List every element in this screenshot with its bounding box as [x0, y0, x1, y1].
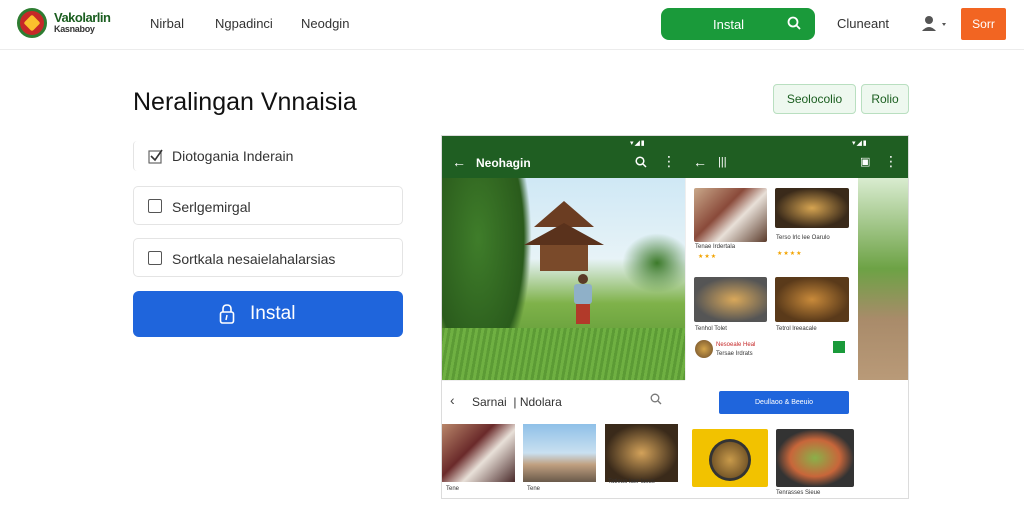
- connect-link[interactable]: Cluneant: [837, 16, 889, 31]
- checkbox-icon[interactable]: [148, 251, 162, 265]
- option-1[interactable]: Diotogania Inderain: [133, 141, 403, 171]
- user-menu-icon[interactable]: [920, 14, 950, 34]
- chevron-left-icon[interactable]: ‹: [450, 392, 455, 408]
- checkbox-checked-icon[interactable]: [148, 148, 164, 164]
- share-icon[interactable]: ▣: [860, 155, 870, 168]
- caption: Tene: [446, 486, 460, 492]
- sub-title: Sarnai | Ndolara: [472, 395, 562, 409]
- play-icon[interactable]: [833, 341, 845, 353]
- photo-thumbnail[interactable]: [775, 277, 849, 322]
- option-2[interactable]: Serlgemirgal: [133, 186, 403, 225]
- nav-link-3[interactable]: Neodgin: [301, 16, 349, 31]
- caption: Terso Irlc lee Oarulo: [776, 235, 830, 241]
- food-grid: Tenae Irdertala Terso Irlc lee Oarulo ★★…: [685, 178, 858, 380]
- photo-thumbnail[interactable]: [442, 424, 515, 482]
- top-header: Vakolarlin Kasnaboy Nirbal Ngpadinci Neo…: [0, 0, 1024, 50]
- search-icon[interactable]: [635, 156, 647, 168]
- nav-link-2[interactable]: Ngpadinci: [215, 16, 273, 31]
- photo-thumbnail[interactable]: [605, 424, 678, 482]
- option-2-label: Serlgemirgal: [172, 199, 251, 215]
- nav-link-1[interactable]: Nirbal: [150, 16, 184, 31]
- logo-icon[interactable]: [17, 8, 47, 38]
- app-bar: ▾◢▮ ▾◢▮ ← Neohagin ⋮ ← ||| ▣ ⋮: [442, 136, 908, 178]
- search-icon[interactable]: [787, 16, 801, 30]
- avatar[interactable]: [695, 340, 713, 358]
- cta-button[interactable]: Deullaoo & Beeuio: [719, 391, 849, 414]
- sub-navbar: ‹ Sarnai | Ndolara: [442, 380, 685, 420]
- signin-button[interactable]: Sorr: [961, 8, 1006, 40]
- caption: Nesoeale Heal: [716, 342, 756, 348]
- app-preview: ▾◢▮ ▾◢▮ ← Neohagin ⋮ ← ||| ▣ ⋮ Tenae Ird…: [441, 135, 909, 499]
- caption: Tenhol Tolet: [695, 326, 727, 332]
- option-3[interactable]: Sortkala nesaielahalarsias: [133, 238, 403, 277]
- photo-thumbnail[interactable]: [694, 277, 767, 322]
- lock-icon: [219, 304, 235, 324]
- caption: Tenae Irdertala: [695, 244, 736, 250]
- option-1-label: Diotogania Inderain: [172, 148, 294, 164]
- header-install-label: Instal: [713, 17, 745, 32]
- side-photo[interactable]: [858, 178, 908, 380]
- option-3-label: Sortkala nesaielahalarsias: [172, 251, 336, 267]
- brand[interactable]: Vakolarlin Kasnaboy: [54, 10, 111, 34]
- farmer-figure: [574, 274, 592, 326]
- status-icons: ▾◢▮: [630, 140, 646, 147]
- photo-thumbnail[interactable]: [523, 424, 596, 482]
- app-title: Neohagin: [476, 156, 531, 170]
- hero-image[interactable]: [442, 178, 685, 380]
- status-icons: ▾◢▮: [852, 140, 868, 147]
- header-install-button[interactable]: Instal: [661, 8, 815, 40]
- caption: Tene: [527, 486, 541, 492]
- pill-2[interactable]: Rolio: [861, 84, 909, 114]
- photo-thumbnail[interactable]: [775, 188, 849, 228]
- caption: Tatieuo laer lasus: [608, 479, 655, 485]
- back-arrow-icon[interactable]: ←: [693, 154, 707, 170]
- caption: Tetrol lreeacale: [776, 326, 817, 332]
- brand-subtitle: Kasnaboy: [54, 24, 95, 34]
- install-button[interactable]: Instal: [133, 291, 403, 337]
- page-title: Neralingan Vnnaisia: [133, 88, 357, 116]
- brand-name: Vakolarlin: [54, 10, 111, 25]
- checkbox-icon[interactable]: [148, 199, 162, 213]
- photo-thumbnail[interactable]: [694, 188, 767, 242]
- install-label: Instal: [250, 303, 296, 324]
- caption: Tenrasses Sieue: [776, 490, 821, 496]
- rating-stars: ★★★: [698, 254, 718, 260]
- photo-thumbnail[interactable]: [692, 429, 768, 487]
- more-icon[interactable]: ⋮: [884, 153, 898, 170]
- more-icon[interactable]: ⋮: [662, 153, 676, 170]
- pill-1[interactable]: Seolocolio: [773, 84, 856, 114]
- search-icon[interactable]: [650, 393, 662, 405]
- tab-icon[interactable]: |||: [718, 156, 727, 168]
- rating-stars: ★★★★: [777, 251, 803, 257]
- photo-thumbnail[interactable]: [776, 429, 854, 487]
- caption: Tersae Irdrats: [716, 351, 753, 357]
- back-arrow-icon[interactable]: ←: [452, 154, 466, 170]
